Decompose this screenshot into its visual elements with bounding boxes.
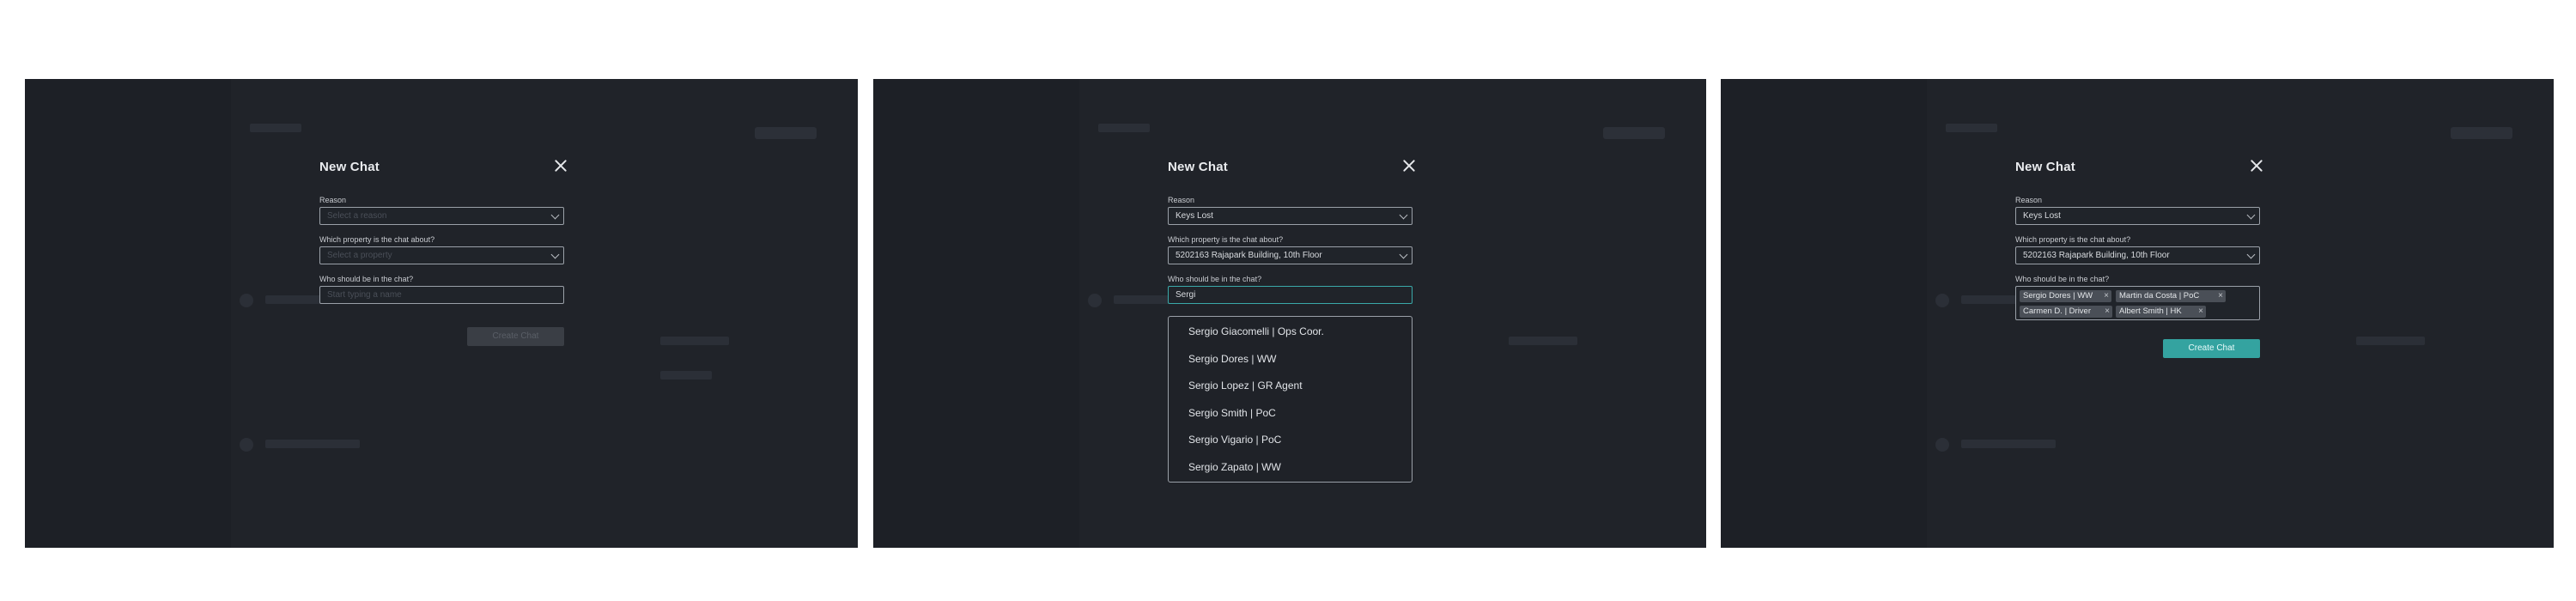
reason-select[interactable]: Keys Lost <box>1168 207 1413 225</box>
background-text <box>250 124 301 132</box>
participants-placeholder: Start typing a name <box>327 290 402 300</box>
background-text <box>660 337 729 345</box>
participants-input[interactable]: Sergi <box>1168 286 1413 304</box>
chevron-down-icon <box>1399 210 1408 220</box>
reason-select[interactable]: Keys Lost <box>2015 207 2260 225</box>
property-label: Which property is the chat about? <box>2015 235 2131 244</box>
property-select[interactable]: 5202163 Rajapark Building, 10th Floor <box>1168 246 1413 264</box>
participant-chip: Martin da Costa | PoC × <box>2116 290 2226 302</box>
reason-placeholder: Select a reason <box>327 211 387 221</box>
background-avatar <box>1935 438 1949 452</box>
suggestion-item[interactable]: Sergio Lopez | GR Agent <box>1188 379 1303 392</box>
chevron-down-icon <box>1399 250 1408 259</box>
participants-label: Who should be in the chat? <box>2015 275 2110 283</box>
participant-chip: Carmen D. | Driver × <box>2020 306 2112 318</box>
screen-ready-to-create: New Chat Reason Keys Lost Which property… <box>1721 79 2554 548</box>
close-icon[interactable] <box>553 158 568 173</box>
background-sidebar <box>25 79 231 548</box>
background-text <box>1098 124 1150 132</box>
participant-chip-label: Carmen D. | Driver <box>2023 307 2092 316</box>
property-select[interactable]: 5202163 Rajapark Building, 10th Floor <box>2015 246 2260 264</box>
participants-label: Who should be in the chat? <box>319 275 414 283</box>
background-sidebar <box>873 79 1079 548</box>
close-icon[interactable] <box>2249 158 2264 173</box>
background-avatar <box>1088 294 1102 307</box>
suggestion-item[interactable]: Sergio Smith | PoC <box>1188 407 1276 419</box>
property-select[interactable]: Select a property <box>319 246 564 264</box>
reason-label: Reason <box>319 196 347 204</box>
participants-query: Sergi <box>1176 290 1196 300</box>
participants-input[interactable]: Sergio Dores | WW × Martin da Costa | Po… <box>2015 286 2260 320</box>
background-text <box>1946 124 1997 132</box>
property-value: 5202163 Rajapark Building, 10th Floor <box>1176 251 1322 260</box>
reason-value: Keys Lost <box>1176 211 1213 221</box>
background-text <box>1961 440 2056 448</box>
suggestion-item[interactable]: Sergio Giacomelli | Ops Coor. <box>1188 325 1324 337</box>
suggestion-item[interactable]: Sergio Dores | WW <box>1188 353 1276 365</box>
chip-remove-icon[interactable]: × <box>2218 290 2223 302</box>
participant-chip-label: Sergio Dores | WW <box>2023 291 2093 300</box>
property-placeholder: Select a property <box>327 251 392 260</box>
dialog-title: New Chat <box>2015 160 2075 174</box>
property-value: 5202163 Rajapark Building, 10th Floor <box>2023 251 2170 260</box>
background-text <box>265 440 360 448</box>
background-text <box>660 371 712 379</box>
chevron-down-icon <box>2246 210 2256 220</box>
suggestion-item[interactable]: Sergio Vigario | PoC <box>1188 434 1281 446</box>
chevron-down-icon <box>550 210 560 220</box>
dialog-title: New Chat <box>1168 160 1228 174</box>
background-sidebar <box>1721 79 1927 548</box>
background-text <box>2356 337 2425 345</box>
participant-chip-label: Martin da Costa | PoC <box>2119 291 2200 300</box>
participants-input[interactable]: Start typing a name <box>319 286 564 304</box>
background-button <box>2451 127 2512 139</box>
create-chat-button[interactable]: Create Chat <box>2163 339 2260 358</box>
background-button <box>755 127 817 139</box>
reason-label: Reason <box>1168 196 1195 204</box>
background-avatar <box>1935 294 1949 307</box>
property-label: Which property is the chat about? <box>1168 235 1284 244</box>
chip-remove-icon[interactable]: × <box>2105 306 2110 318</box>
chip-remove-icon[interactable]: × <box>2198 306 2203 318</box>
screen-participant-search: New Chat Reason Keys Lost Which property… <box>873 79 1706 548</box>
chevron-down-icon <box>550 250 560 259</box>
participant-chip-label: Albert Smith | HK <box>2119 307 2182 316</box>
dialog-title: New Chat <box>319 160 380 174</box>
participant-suggestions: Sergio Giacomelli | Ops Coor. Sergio Dor… <box>1168 316 1413 483</box>
create-chat-button[interactable]: Create Chat <box>467 327 564 346</box>
background-button <box>1603 127 1665 139</box>
reason-label: Reason <box>2015 196 2043 204</box>
background-avatar <box>240 438 253 452</box>
participants-label: Who should be in the chat? <box>1168 275 1262 283</box>
background-text <box>1509 337 1577 345</box>
suggestion-item[interactable]: Sergio Zapato | WW <box>1188 461 1281 473</box>
close-icon[interactable] <box>1401 158 1417 173</box>
property-label: Which property is the chat about? <box>319 235 435 244</box>
reason-select[interactable]: Select a reason <box>319 207 564 225</box>
chip-remove-icon[interactable]: × <box>2104 290 2109 302</box>
participant-chip: Albert Smith | HK × <box>2116 306 2206 318</box>
screen-empty-form: New Chat Reason Select a reason Which pr… <box>25 79 858 548</box>
reason-value: Keys Lost <box>2023 211 2061 221</box>
participant-chip: Sergio Dores | WW × <box>2020 290 2111 302</box>
chevron-down-icon <box>2246 250 2256 259</box>
background-avatar <box>240 294 253 307</box>
